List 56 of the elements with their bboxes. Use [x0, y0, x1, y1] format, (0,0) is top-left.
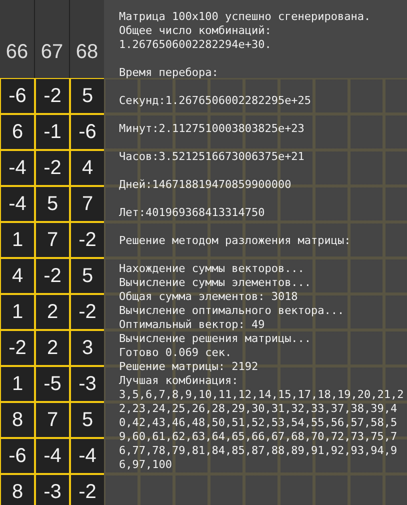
matrix-cell: -5 [35, 366, 70, 402]
log-line: 1.2676506002282294e+30. [119, 38, 272, 52]
matrix-cell: -6 [0, 438, 35, 474]
log-line: Время перебора: [119, 66, 220, 80]
matrix-cell: -4 [0, 186, 35, 222]
matrix-cell: -2 [35, 150, 70, 186]
matrix-cell: -2 [35, 258, 70, 294]
matrix-cell: -6 [0, 78, 35, 114]
matrix-cell: 7 [70, 186, 105, 222]
matrix-cell: 1 [0, 366, 35, 402]
matrix-cell: -4 [70, 438, 105, 474]
matrix-cell: 4 [70, 150, 105, 186]
matrix-cell: 1 [0, 222, 35, 258]
log-line: Вычисление оптимального вектора... [119, 304, 346, 318]
matrix-cell: 4 [0, 258, 35, 294]
matrix-cell: 6 [0, 114, 35, 150]
matrix-cell: -2 [0, 330, 35, 366]
matrix-cell: -2 [35, 78, 70, 114]
log-line: Лет:401969368413314750 [119, 206, 266, 220]
matrix-cell: 1 [0, 294, 35, 330]
matrix-cell: -3 [35, 474, 70, 505]
log-line: Решение матрицы: 2192 [119, 360, 260, 374]
matrix-cell: -2 [70, 294, 105, 330]
log-line: 3,5,6,7,8,9,10,11,12,14,15,17,18,19,20,21,22,23,24,25,26,28,29,30,31,32,33,37,38,39,40,42,43,46,48,50,51,52,53,54,55,56,57,58,59,60,61,62,63,64,65,66,67,68,70,72,73,75,76,77,78,79,81,84,85,87,88,89,91,92,93,94,96,97,100 [119, 388, 405, 472]
matrix-cell: -6 [70, 114, 105, 150]
log-line: Минут:2.1127510003803825e+23 [119, 122, 306, 136]
log-line: Дней:146718819470859900000 [119, 178, 292, 192]
matrix-cell: 7 [35, 222, 70, 258]
log-line: Матрица 100x100 успешно сгенерирована. [119, 10, 372, 24]
matrix-cell: 5 [70, 78, 105, 114]
log-line: Общее число комбинаций: [119, 24, 272, 38]
log-line: Общая сумма элементов: 3018 [119, 290, 299, 304]
matrix-cell: 8 [0, 474, 35, 505]
matrix-cell: 5 [35, 186, 70, 222]
matrix-cell: 3 [70, 330, 105, 366]
matrix-cell: -1 [35, 114, 70, 150]
matrix-cell: 8 [0, 402, 35, 438]
log-line: Готово 0.069 сек. [119, 346, 233, 360]
log-line: Часов:3.5212516673006375e+21 [119, 150, 306, 164]
matrix-cell: -2 [70, 474, 105, 505]
matrix-cell: 5 [70, 258, 105, 294]
matrix-cell: -4 [35, 438, 70, 474]
log-line: Решение методом разложения матрицы: [119, 234, 352, 248]
matrix-cell: 2 [35, 330, 70, 366]
log-line: Лучшая комбинация: [119, 374, 240, 388]
matrix-cell: 7 [35, 402, 70, 438]
log-line: Секунд:1.2676506002282295e+25 [119, 94, 312, 108]
log-line: Оптимальный вектор: 49 [119, 318, 266, 332]
matrix-cell: 5 [70, 402, 105, 438]
log-line: Вычисление суммы элементов... [119, 276, 312, 290]
matrix-cell: 2 [35, 294, 70, 330]
matrix-cell: -2 [70, 222, 105, 258]
log-line: Нахождение суммы векторов... [119, 262, 306, 276]
log-line: Вычисление решения матрицы... [119, 332, 312, 346]
matrix-cell: -3 [70, 366, 105, 402]
matrix-cell: -4 [0, 150, 35, 186]
